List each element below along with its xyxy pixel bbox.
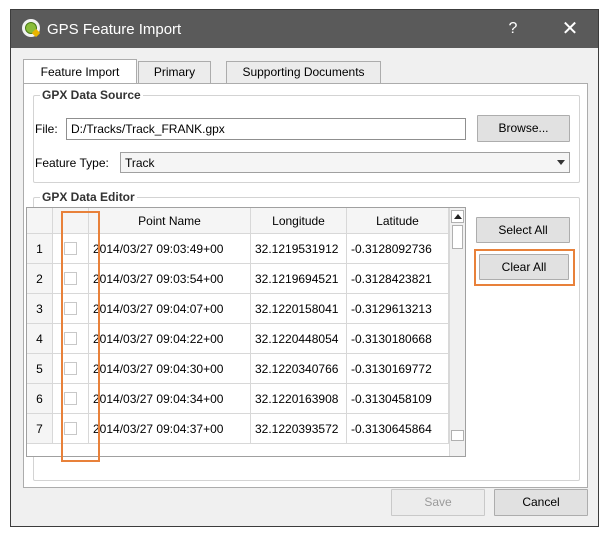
latitude-cell[interactable]: -0.3130458109	[347, 384, 449, 414]
row-header[interactable]: 7	[27, 414, 53, 444]
header-latitude[interactable]: Latitude	[347, 208, 449, 234]
table-corner	[27, 208, 53, 234]
latitude-cell[interactable]: -0.3128092736	[347, 234, 449, 264]
group-title-source: GPX Data Source	[40, 88, 143, 102]
group-title-editor: GPX Data Editor	[40, 190, 137, 204]
header-point-name[interactable]: Point Name	[89, 208, 251, 234]
header-longitude[interactable]: Longitude	[251, 208, 347, 234]
scroll-down-icon[interactable]	[451, 430, 464, 441]
latitude-cell[interactable]: -0.3130645864	[347, 414, 449, 444]
scroll-up-icon[interactable]	[451, 210, 464, 223]
longitude-cell[interactable]: 32.1220448054	[251, 324, 347, 354]
qgis-logo-icon	[22, 19, 41, 38]
row-header[interactable]: 5	[27, 354, 53, 384]
select-all-button[interactable]: Select All	[476, 217, 570, 243]
file-label: File:	[35, 122, 58, 136]
tab-primary[interactable]: Primary	[138, 61, 211, 83]
feature-type-label: Feature Type:	[35, 156, 109, 170]
point-name-cell[interactable]: 2014/03/27 09:03:49+00	[89, 234, 251, 264]
chevron-down-icon	[557, 160, 565, 165]
tab-feature-import[interactable]: Feature Import	[23, 59, 137, 83]
checkbox-column-highlight	[61, 211, 100, 462]
row-header[interactable]: 3	[27, 294, 53, 324]
latitude-cell[interactable]: -0.3130180668	[347, 324, 449, 354]
point-name-cell[interactable]: 2014/03/27 09:04:22+00	[89, 324, 251, 354]
point-name-cell[interactable]: 2014/03/27 09:04:07+00	[89, 294, 251, 324]
point-name-cell[interactable]: 2014/03/27 09:04:30+00	[89, 354, 251, 384]
latitude-cell[interactable]: -0.3129613213	[347, 294, 449, 324]
window-title: GPS Feature Import	[47, 21, 182, 38]
row-header[interactable]: 2	[27, 264, 53, 294]
tab-supporting-documents[interactable]: Supporting Documents	[226, 61, 381, 83]
close-button[interactable]: ✕	[554, 16, 586, 42]
point-name-cell[interactable]: 2014/03/27 09:04:37+00	[89, 414, 251, 444]
feature-type-select[interactable]: Track	[120, 152, 570, 173]
point-name-cell[interactable]: 2014/03/27 09:03:54+00	[89, 264, 251, 294]
save-button[interactable]: Save	[391, 489, 485, 516]
clear-all-highlight	[474, 249, 575, 286]
row-header[interactable]: 6	[27, 384, 53, 414]
vertical-scrollbar[interactable]	[449, 208, 465, 456]
longitude-cell[interactable]: 32.1220393572	[251, 414, 347, 444]
longitude-cell[interactable]: 32.1220340766	[251, 354, 347, 384]
feature-type-value: Track	[125, 156, 155, 170]
longitude-cell[interactable]: 32.1220158041	[251, 294, 347, 324]
longitude-cell[interactable]: 32.1220163908	[251, 384, 347, 414]
row-header[interactable]: 4	[27, 324, 53, 354]
title-bar[interactable]: GPS Feature Import ? ✕	[11, 10, 598, 48]
file-path-input[interactable]	[66, 118, 466, 140]
latitude-cell[interactable]: -0.3130169772	[347, 354, 449, 384]
longitude-cell[interactable]: 32.1219531912	[251, 234, 347, 264]
longitude-cell[interactable]: 32.1219694521	[251, 264, 347, 294]
scroll-thumb[interactable]	[452, 225, 463, 249]
help-button[interactable]: ?	[499, 16, 527, 42]
browse-button[interactable]: Browse...	[477, 115, 570, 142]
point-name-cell[interactable]: 2014/03/27 09:04:34+00	[89, 384, 251, 414]
row-header[interactable]: 1	[27, 234, 53, 264]
cancel-button[interactable]: Cancel	[494, 489, 588, 516]
latitude-cell[interactable]: -0.3128423821	[347, 264, 449, 294]
